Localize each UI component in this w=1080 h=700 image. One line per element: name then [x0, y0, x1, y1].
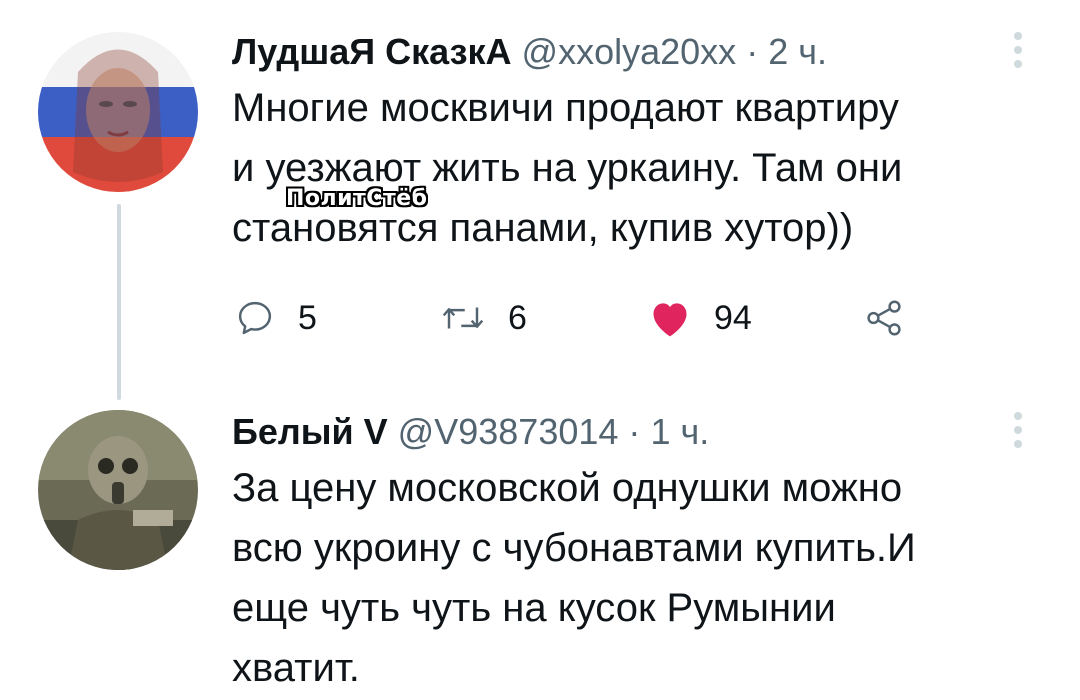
retweet-button[interactable]: 6: [440, 288, 527, 348]
meta-separator: ·: [746, 31, 759, 72]
tweet-text-line: хватит.: [232, 646, 360, 690]
retweet-count: 6: [508, 298, 527, 337]
meta-separator: ·: [628, 411, 641, 452]
avatar[interactable]: [38, 410, 198, 570]
avatar-image: [38, 410, 198, 570]
tweet-text: За цену московской однушки можно всю укр…: [232, 458, 1032, 698]
reply-count: 5: [298, 298, 317, 337]
avatar-image: [38, 32, 198, 192]
tweet-actions: 5 6 94: [0, 288, 1080, 348]
tweet-text-line: еще чуть чуть на кусок Румынии: [232, 586, 836, 630]
tweet-header: Белый V @V93873014 · 1 ч.: [232, 410, 709, 454]
tweet-text-line: всю укроину с чубонавтами купить.И: [232, 526, 916, 570]
author-handle[interactable]: @V93873014: [398, 411, 619, 452]
author-handle[interactable]: @xxolya20xx: [522, 31, 737, 72]
more-vertical-icon[interactable]: [1014, 32, 1024, 74]
author-name[interactable]: Белый V: [232, 411, 388, 452]
tweet-text-line: Многие москвичи продают квартиру: [232, 86, 899, 130]
share-button[interactable]: [862, 288, 906, 348]
share-icon: [867, 300, 901, 336]
like-count: 94: [714, 298, 752, 337]
tweet-2[interactable]: Белый V @V93873014 · 1 ч. За цену москов…: [0, 400, 1080, 700]
more-vertical-icon[interactable]: [1014, 412, 1024, 454]
watermark: ПолитСтёб: [286, 186, 428, 211]
avatar[interactable]: [38, 32, 198, 192]
tweet-1[interactable]: ЛудшаЯ СказкА @xxolya20xx · 2 ч. Многие …: [0, 0, 1080, 400]
retweet-icon: [442, 307, 484, 329]
author-name[interactable]: ЛудшаЯ СказкА: [232, 31, 512, 72]
tweet-header: ЛудшаЯ СказкА @xxolya20xx · 2 ч.: [232, 30, 827, 74]
like-button[interactable]: 94: [648, 288, 752, 348]
tweet-text-line: За цену московской однушки можно: [232, 466, 903, 510]
tweet-text: Многие москвичи продают квартиру и уезжа…: [232, 78, 1032, 258]
tweet-time[interactable]: 2 ч.: [768, 31, 827, 72]
reply-button[interactable]: 5: [234, 288, 317, 348]
tweet-time[interactable]: 1 ч.: [650, 411, 709, 452]
heart-icon: [653, 303, 687, 337]
reply-icon: [238, 301, 272, 335]
